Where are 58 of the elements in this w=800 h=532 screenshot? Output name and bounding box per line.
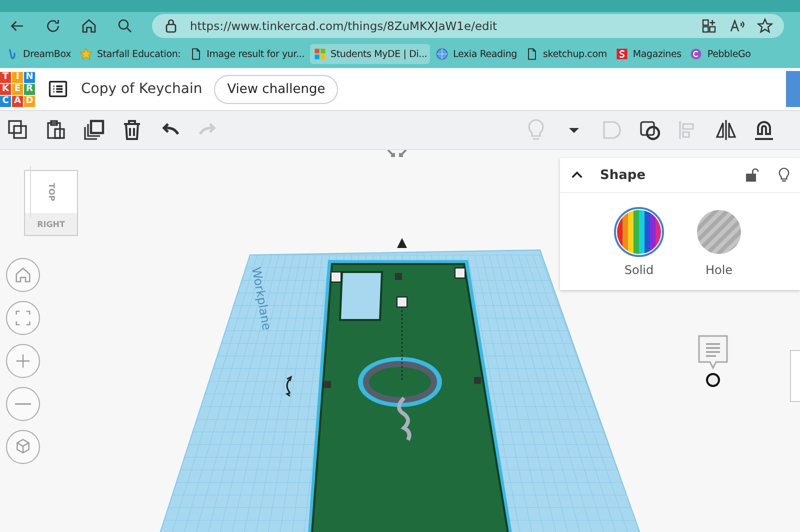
panel-title: Shape <box>600 168 647 182</box>
rotate-handle-icon[interactable] <box>286 376 292 397</box>
bookmark-icon <box>79 47 93 61</box>
light-bulb-icon[interactable] <box>776 167 792 183</box>
bookmark-label: Lexia Reading <box>453 48 517 60</box>
bookmark-icon <box>312 47 327 61</box>
bookmark-link[interactable]: sketchup.com <box>522 44 610 64</box>
collapse-arrows-icon[interactable] <box>387 150 407 157</box>
height-arrow-icon[interactable] <box>397 238 407 248</box>
fit-frame-icon <box>13 308 33 328</box>
refresh-icon[interactable] <box>44 17 62 35</box>
bookmark-label: PebbleGo <box>707 48 751 60</box>
apps-icon[interactable] <box>700 17 718 35</box>
paste-icon[interactable] <box>44 118 68 142</box>
search-icon[interactable] <box>116 17 134 35</box>
perspective-button[interactable] <box>6 430 40 464</box>
bookmark-link[interactable]: PebbleGo <box>686 44 754 64</box>
bookmark-icon <box>435 47 450 61</box>
minus-icon <box>15 403 31 405</box>
view-challenge-button[interactable]: View challenge <box>214 74 338 104</box>
bookmark-link[interactable]: Starfall Education: <box>76 44 184 64</box>
resize-handle[interactable] <box>474 377 481 384</box>
bookmark-label: Image result for yur... <box>206 48 305 60</box>
bookmark-link[interactable]: DreamBox <box>2 44 74 64</box>
list-icon[interactable] <box>47 78 69 100</box>
note-icon[interactable] <box>696 334 730 390</box>
resize-handle[interactable] <box>396 296 408 308</box>
design-title: Copy of Keychain <box>81 81 202 97</box>
bookmark-icon <box>614 47 629 61</box>
resize-handle[interactable] <box>395 273 402 280</box>
address-bar[interactable]: https://www.tinkercad.com/things/8ZuMKXJaW1e/edit <box>152 14 784 38</box>
bookmark-label: sketchup.com <box>542 48 607 60</box>
unlock-icon[interactable] <box>744 167 760 183</box>
bookmark-label: Magazines <box>632 48 682 60</box>
bookmark-link[interactable]: Magazines <box>612 44 684 64</box>
home-view-button[interactable] <box>6 258 40 292</box>
bookmark-label: Students MyDE | Di... <box>330 48 428 60</box>
magnet-icon[interactable] <box>752 118 776 142</box>
resize-handle[interactable] <box>324 381 331 388</box>
copy-icon[interactable] <box>6 118 30 142</box>
resize-handle[interactable] <box>330 272 342 282</box>
resize-handle[interactable] <box>454 268 466 278</box>
app-logo[interactable]: T I N K E R C A D <box>0 72 35 106</box>
home-icon <box>13 265 33 285</box>
bookmark-link[interactable]: Students MyDE | Di... <box>310 44 430 64</box>
bookmark-link[interactable]: Lexia Reading <box>432 44 520 64</box>
mirror-icon[interactable] <box>714 118 738 142</box>
bookmark-link[interactable]: Image result for yur... <box>186 44 308 64</box>
bookmark-label: Starfall Education: <box>97 48 181 60</box>
keychain-shape[interactable] <box>308 260 512 532</box>
bookmark-label: DreamBox <box>23 48 71 60</box>
group-shape-icon[interactable] <box>638 118 662 142</box>
workplane-label: Workplane <box>249 266 274 332</box>
duplicate-icon[interactable] <box>82 118 106 142</box>
home-icon[interactable] <box>80 17 98 35</box>
zoom-in-button[interactable] <box>6 344 40 378</box>
star-icon[interactable] <box>756 17 774 35</box>
bookmark-icon <box>689 47 704 61</box>
